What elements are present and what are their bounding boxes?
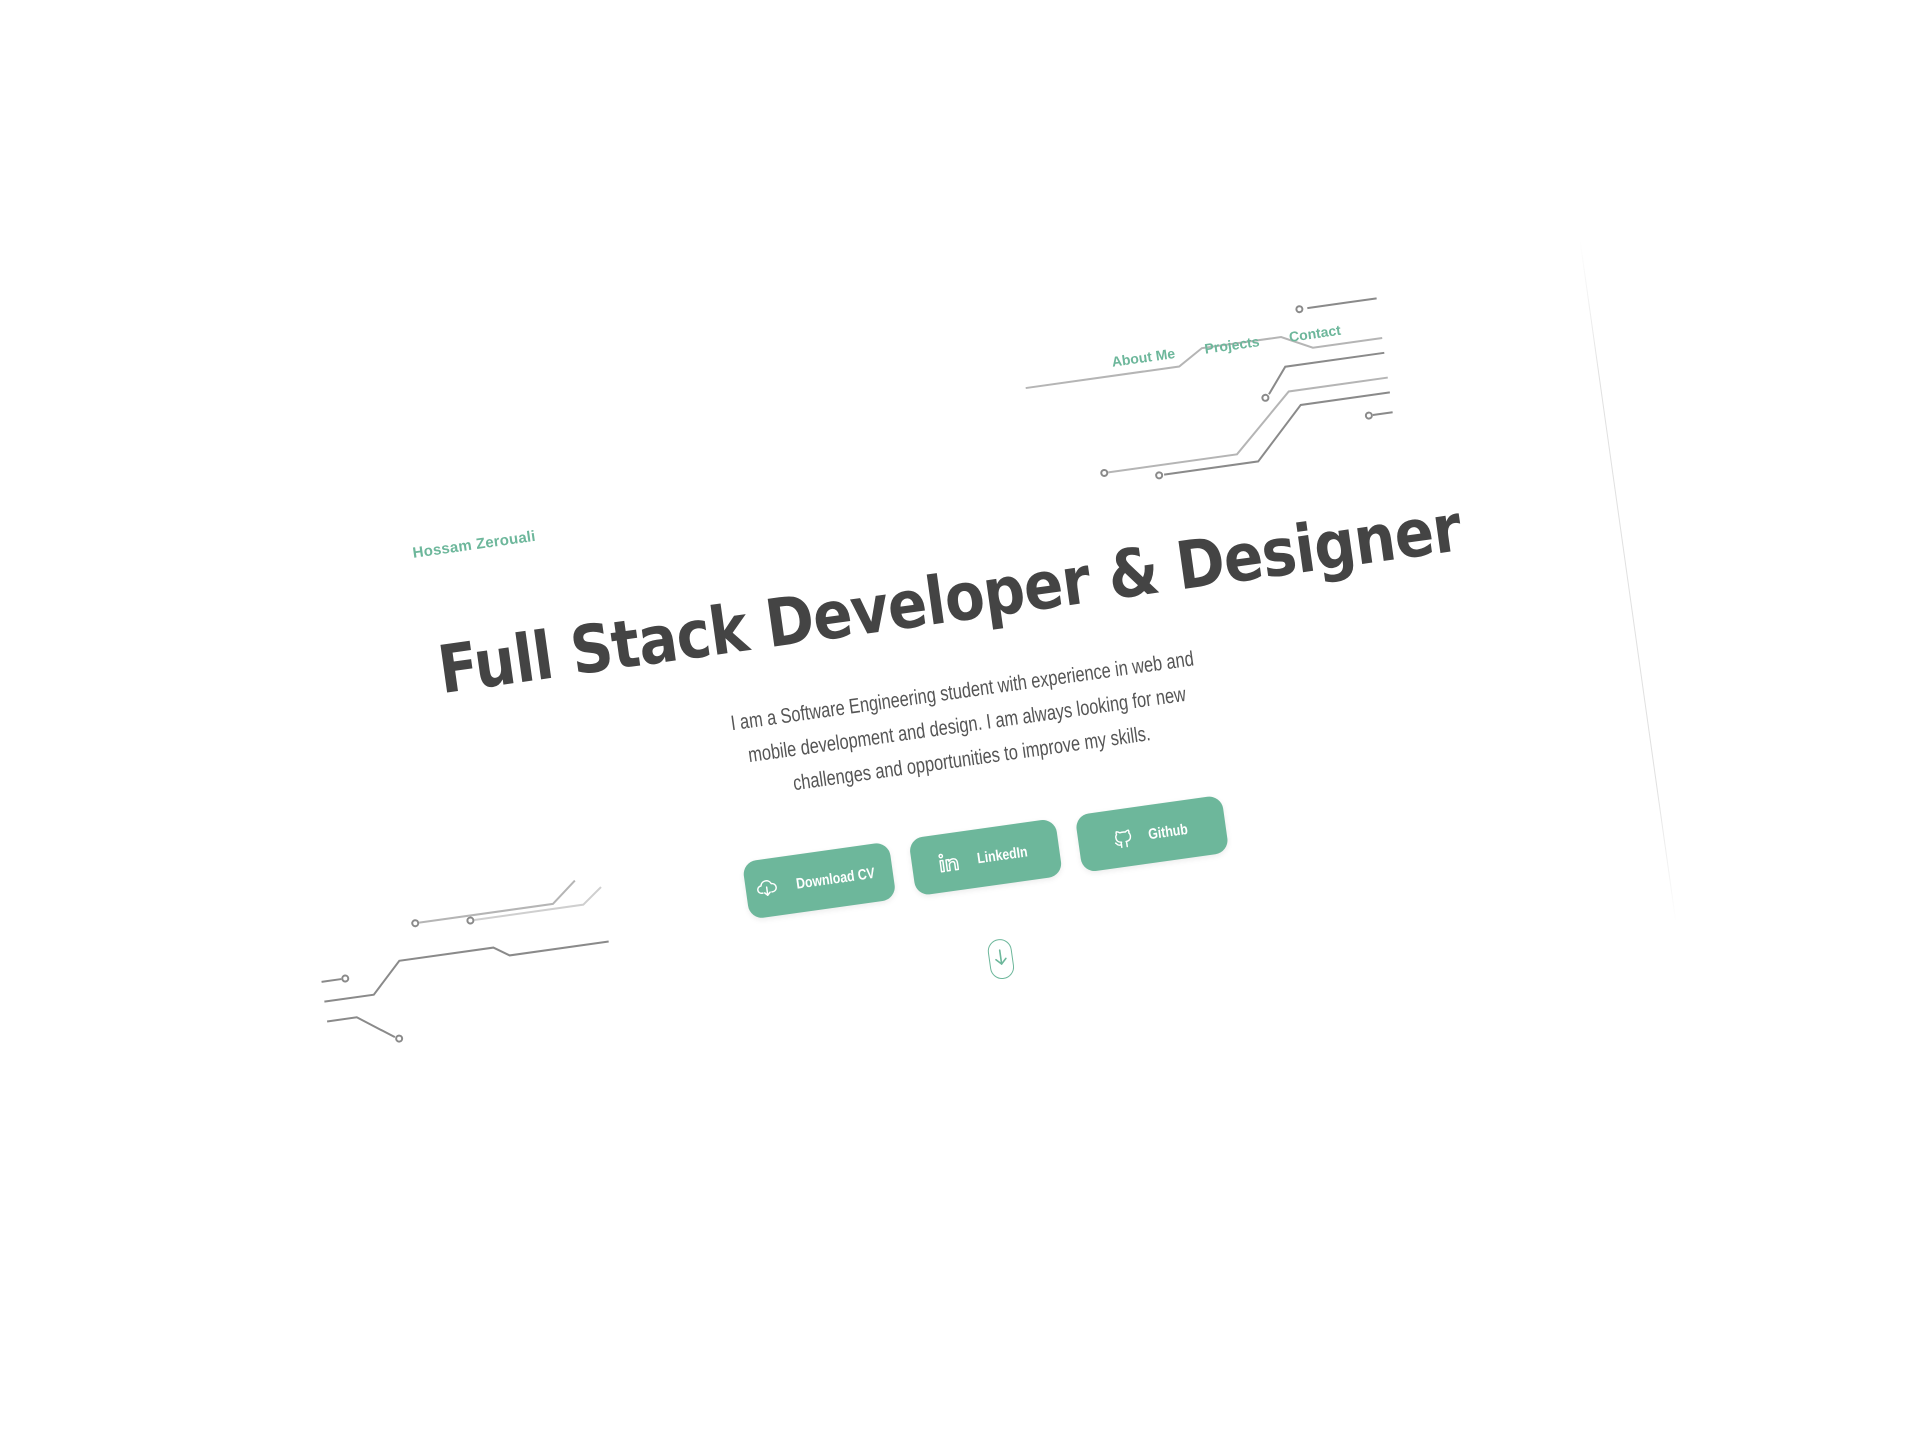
circuit-node <box>1364 411 1373 420</box>
main-nav: About Me Projects Contact <box>1111 322 1342 370</box>
github-label: Github <box>1147 820 1189 843</box>
circuit-node <box>1155 471 1164 480</box>
download-cv-label: Download CV <box>794 864 876 893</box>
circuit-node <box>395 1034 404 1043</box>
arrow-down-icon <box>992 947 1009 972</box>
circuit-trace <box>326 1016 396 1039</box>
scroll-down-button[interactable] <box>986 937 1016 981</box>
circuit-trace <box>1108 376 1388 474</box>
github-button[interactable]: Github <box>1074 794 1230 873</box>
nav-about-me[interactable]: About Me <box>1111 345 1176 370</box>
circuit-trace <box>1268 351 1385 395</box>
linkedin-button[interactable]: LinkedIn <box>908 818 1063 897</box>
cloud-download-icon <box>754 876 779 901</box>
github-icon <box>1111 825 1136 850</box>
brand-logo-link[interactable]: Hossam Zerouali <box>412 528 537 562</box>
circuit-trace <box>1372 411 1393 417</box>
circuit-node <box>1100 468 1109 477</box>
circuit-node <box>1261 393 1270 402</box>
linkedin-label: LinkedIn <box>976 842 1029 867</box>
circuit-trace <box>1307 297 1377 310</box>
nav-projects[interactable]: Projects <box>1203 333 1260 357</box>
screen: Hossam Zerouali About Me Projects Contac… <box>0 0 1920 1440</box>
linkedin-icon <box>937 850 964 875</box>
download-cv-button[interactable]: Download CV <box>741 841 897 920</box>
circuit-trace <box>1163 391 1390 476</box>
nav-contact[interactable]: Contact <box>1288 322 1342 345</box>
hero-description: I am a Software Engineering student with… <box>729 647 1196 796</box>
circuit-node <box>1295 305 1304 314</box>
portfolio-page: Hossam Zerouali About Me Projects Contac… <box>243 239 1677 1111</box>
page-edge <box>1579 239 1677 923</box>
circuit-trace <box>321 978 342 983</box>
